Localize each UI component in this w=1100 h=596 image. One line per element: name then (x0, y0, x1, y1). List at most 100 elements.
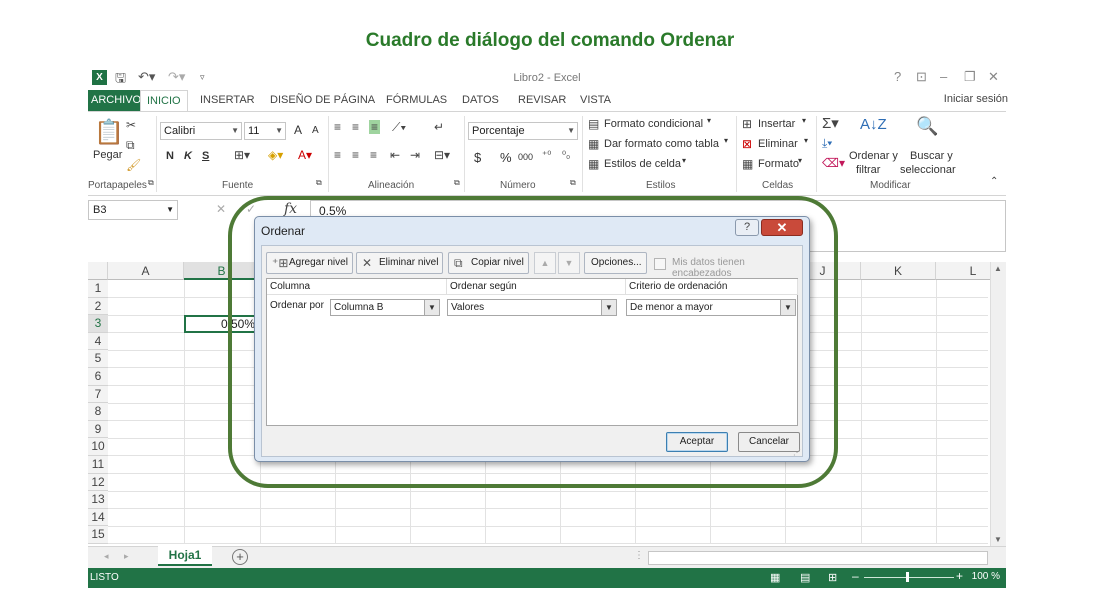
wrap-text-icon[interactable]: ↵ (434, 120, 444, 134)
row-header[interactable]: 7 (88, 385, 108, 404)
row-header-selected[interactable]: 3 (88, 315, 108, 333)
row-header[interactable]: 1 (88, 280, 108, 298)
conditional-format-button[interactable]: Formato condicional (604, 118, 703, 130)
normal-view-icon[interactable]: ▦ (770, 571, 780, 584)
zoom-slider-thumb[interactable] (906, 572, 909, 582)
number-launcher-icon[interactable]: ⧉ (570, 178, 576, 188)
align-right-icon[interactable]: ≡ (370, 148, 377, 162)
cancel-entry-icon[interactable]: ✕ (216, 202, 226, 216)
row-header[interactable]: 10 (88, 438, 108, 456)
increase-decimal-icon[interactable]: ⁺⁰ (542, 150, 551, 161)
sheet-tab-hoja1[interactable]: Hoja1 (158, 546, 212, 566)
find-select-label-1[interactable]: Buscar y (910, 150, 953, 162)
tab-vista[interactable]: VISTA (574, 90, 617, 112)
fill-color-icon[interactable]: ◈▾ (268, 148, 283, 162)
tab-diseno-pagina[interactable]: DISEÑO DE PÁGINA (264, 90, 381, 112)
tab-insertar[interactable]: INSERTAR (194, 90, 261, 112)
scroll-down-icon[interactable]: ▼ (994, 535, 1002, 544)
sort-filter-icon[interactable]: A↓Z (860, 116, 887, 133)
decrease-decimal-icon[interactable]: ⁰₀ (562, 150, 570, 161)
row-header[interactable]: 4 (88, 332, 108, 351)
vertical-scrollbar[interactable]: ▲ ▼ (990, 262, 1006, 546)
scroll-up-icon[interactable]: ▲ (994, 264, 1002, 273)
row-header[interactable]: 11 (88, 456, 108, 474)
format-cells-button[interactable]: Formato (758, 158, 799, 170)
row-header[interactable]: 9 (88, 420, 108, 439)
font-size-combo[interactable]: 11 ▼ (244, 122, 286, 140)
align-left-icon[interactable]: ≡ (334, 148, 341, 162)
row-header[interactable]: 6 (88, 368, 108, 386)
percent-button[interactable]: % (500, 150, 512, 165)
zoom-slider[interactable] (864, 577, 954, 578)
clear-icon[interactable]: ⌫▾ (822, 156, 845, 170)
name-box[interactable]: B3 ▼ (88, 200, 178, 220)
select-all-corner[interactable] (88, 262, 108, 280)
currency-button[interactable]: $ (474, 150, 481, 165)
tab-revisar[interactable]: REVISAR (512, 90, 572, 112)
row-header[interactable]: 15 (88, 526, 108, 544)
font-color-icon[interactable]: A▾ (298, 148, 312, 162)
row-header[interactable]: 13 (88, 491, 108, 509)
format-painter-icon[interactable]: 🖌 (126, 158, 141, 172)
increase-indent-icon[interactable]: ⇥ (410, 148, 420, 162)
zoom-in-icon[interactable]: + (956, 569, 963, 583)
decrease-indent-icon[interactable]: ⇤ (390, 148, 400, 162)
shrink-font-button[interactable]: A (312, 125, 319, 136)
row-header[interactable]: 2 (88, 297, 108, 316)
close-icon[interactable]: ✕ (988, 69, 999, 85)
clipboard-launcher-icon[interactable]: ⧉ (148, 178, 154, 188)
sort-filter-label-2[interactable]: filtrar (856, 164, 880, 176)
delete-cells-button[interactable]: Eliminar (758, 138, 798, 150)
column-header-a[interactable]: A (108, 262, 184, 280)
ribbon-display-icon[interactable]: ⊡ (916, 69, 927, 85)
paste-label[interactable]: Pegar (93, 149, 122, 161)
italic-button[interactable]: K (184, 150, 192, 162)
orientation-icon[interactable]: ⟋▾ (392, 120, 406, 135)
zoom-out-icon[interactable]: – (852, 569, 859, 583)
cell-styles-button[interactable]: Estilos de celda (604, 158, 681, 170)
merge-center-icon[interactable]: ⊟▾ (434, 148, 450, 162)
collapse-ribbon-icon[interactable]: ⌃ (990, 176, 998, 187)
page-break-view-icon[interactable]: ⊞ (828, 571, 837, 584)
find-select-icon[interactable]: 🔍 (916, 116, 938, 137)
autosum-icon[interactable]: Σ▾ (822, 114, 839, 132)
font-name-combo[interactable]: Calibri ▼ (160, 122, 242, 140)
help-icon[interactable]: ? (894, 69, 901, 84)
align-center-icon[interactable]: ≡ (352, 148, 359, 162)
align-top-icon[interactable]: ≡ (334, 120, 341, 134)
copy-icon[interactable]: ⧉ (126, 138, 135, 153)
thousands-button[interactable]: 000 (518, 152, 533, 162)
tab-archivo[interactable]: ARCHIVO (88, 90, 145, 112)
tab-inicio[interactable]: INICIO (140, 90, 188, 112)
insert-cells-button[interactable]: Insertar (758, 118, 795, 130)
alignment-launcher-icon[interactable]: ⧉ (454, 178, 460, 188)
split-handle-icon[interactable]: ⋮ (634, 550, 644, 561)
horizontal-scrollbar[interactable] (648, 551, 988, 565)
align-bottom-icon[interactable]: ≡ (369, 120, 381, 134)
cut-icon[interactable]: ✂ (126, 118, 136, 132)
prev-sheet-icon[interactable]: ◂ (104, 551, 109, 562)
grow-font-button[interactable]: A (294, 123, 302, 137)
find-select-label-2[interactable]: seleccionar (900, 164, 956, 176)
signin-link[interactable]: Iniciar sesión (944, 93, 1008, 105)
font-launcher-icon[interactable]: ⧉ (316, 178, 322, 188)
sort-filter-label-1[interactable]: Ordenar y (849, 150, 898, 162)
bold-button[interactable]: N (166, 150, 174, 162)
tab-datos[interactable]: DATOS (456, 90, 505, 112)
minimize-icon[interactable]: – (940, 69, 947, 84)
add-sheet-icon[interactable]: + (232, 549, 248, 565)
row-header[interactable]: 12 (88, 473, 108, 492)
align-middle-icon[interactable]: ≡ (352, 120, 359, 134)
zoom-level[interactable]: 100 % (972, 571, 1000, 582)
tab-formulas[interactable]: FÓRMULAS (380, 90, 453, 112)
restore-icon[interactable]: ❐ (964, 69, 976, 85)
underline-button[interactable]: S (202, 150, 209, 162)
number-format-combo[interactable]: Porcentaje ▼ (468, 122, 578, 140)
fill-icon[interactable]: ⤓▾ (822, 136, 832, 151)
row-header[interactable]: 5 (88, 350, 108, 368)
page-layout-view-icon[interactable]: ▤ (800, 571, 810, 584)
paste-icon[interactable]: 📋 (94, 118, 124, 147)
next-sheet-icon[interactable]: ▸ (124, 551, 129, 562)
row-header[interactable]: 8 (88, 403, 108, 421)
column-header-k[interactable]: K (861, 262, 936, 280)
